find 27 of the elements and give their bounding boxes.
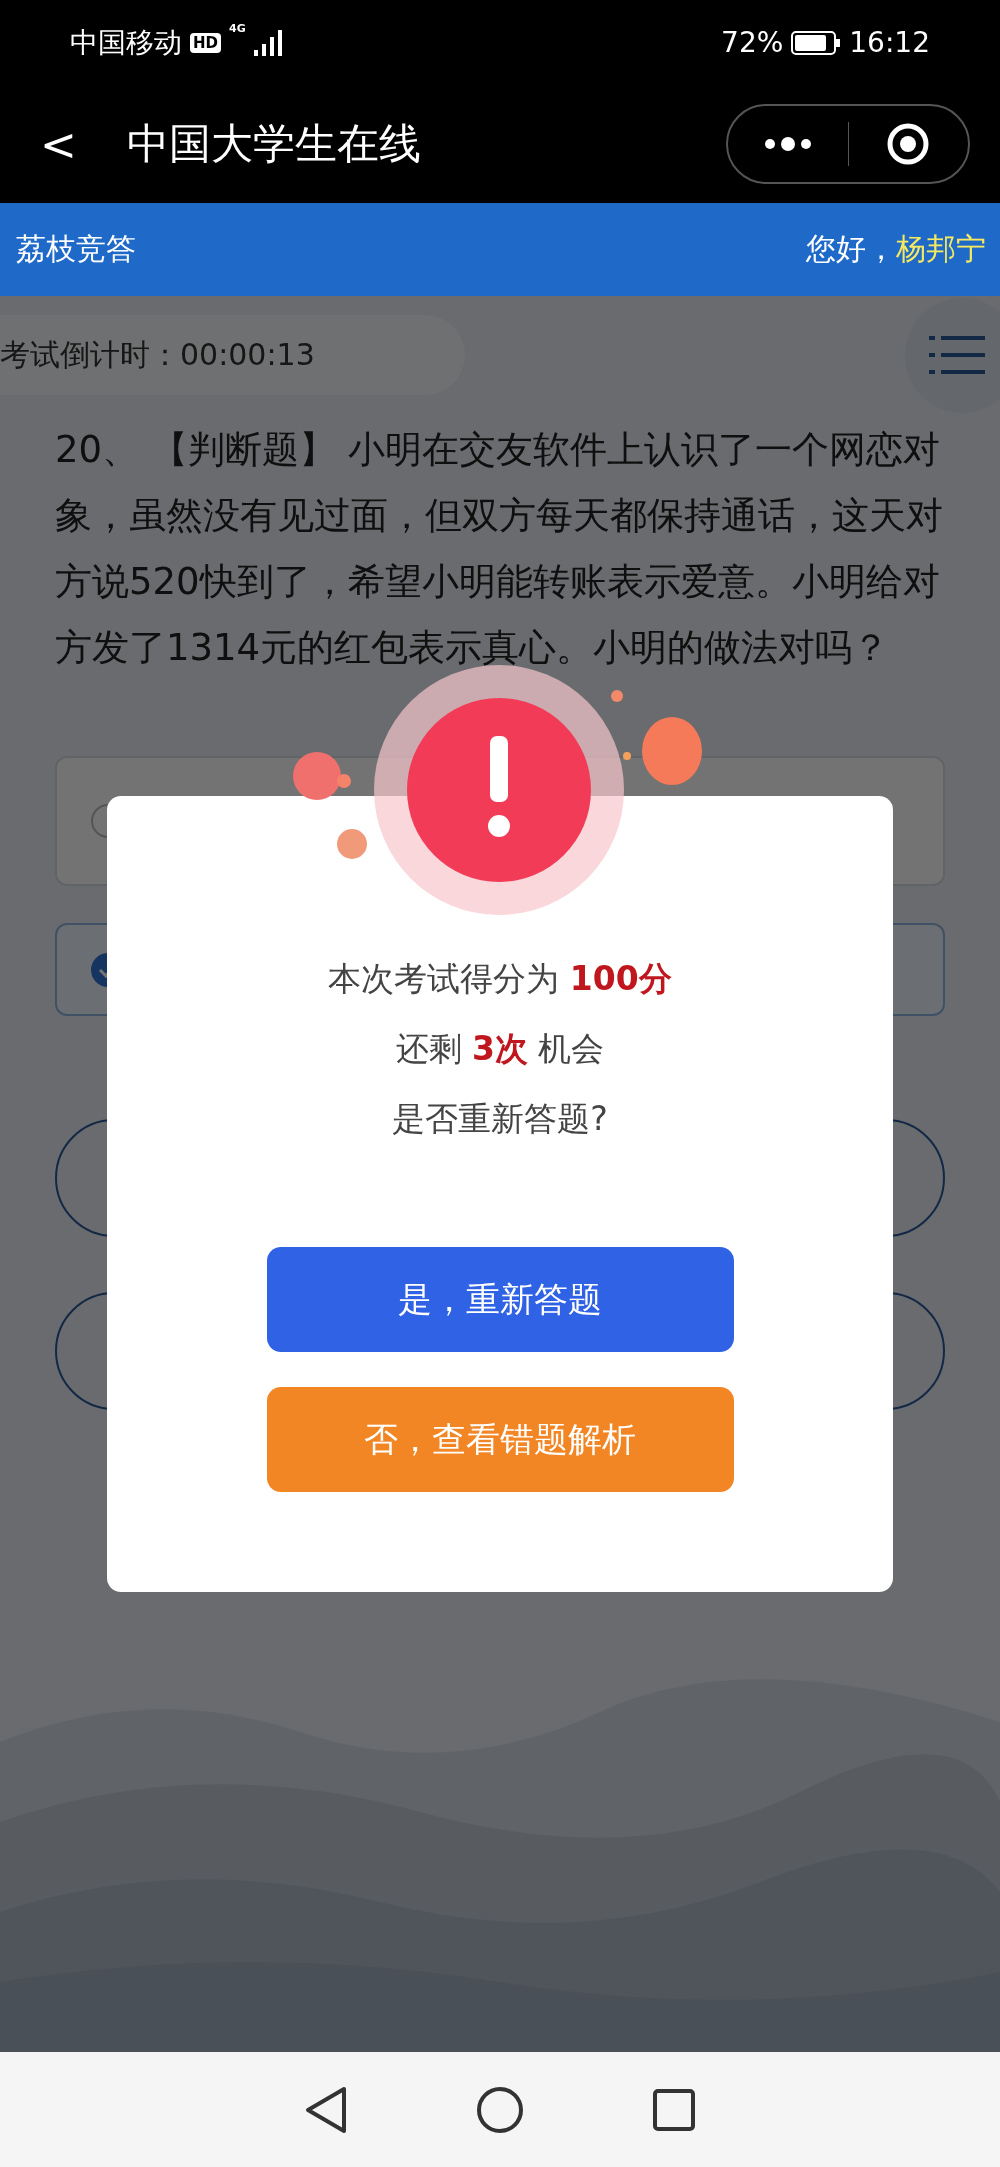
menu-icon — [929, 334, 985, 376]
triangle-icon — [304, 2085, 348, 2134]
hd-badge: HD — [190, 32, 221, 53]
square-icon — [652, 2087, 696, 2132]
dialog-message: 本次考试得分为 100分 — [328, 958, 672, 1000]
back-nav-button[interactable] — [304, 2085, 348, 2134]
signal-icon — [253, 29, 284, 56]
circle-icon — [476, 2085, 524, 2134]
question-text: 20、 【判断题】 小明在交友软件上认识了一个网恋对象，虽然没有见过面，但双方每天都保持通话，这天对方说520快到了，希望小明能转账表示爱意。小明给对方发了1314元的红包表示真心。小明的做法对吗？ — [55, 427, 944, 671]
home-button[interactable] — [476, 2085, 524, 2134]
battery-percent: 72% — [721, 26, 784, 59]
dialog-message: 还剩 3次 机会 — [395, 1028, 605, 1070]
back-button[interactable]: < — [40, 118, 77, 170]
app-title: 荔枝竞答 — [16, 230, 136, 268]
window-title: 中国大学生在线 — [126, 118, 422, 170]
user-name: 杨邦宁 — [896, 231, 986, 266]
network-type: 4G — [229, 22, 246, 35]
recent-apps-button[interactable] — [652, 2087, 696, 2132]
dialog-button[interactable]: 是，重新答题 — [266, 1247, 734, 1352]
carrier: 中国移动 — [70, 24, 182, 61]
countdown-timer: 考试倒计时：00:00:13 — [0, 315, 465, 395]
clock: 16:12 — [849, 26, 930, 59]
target-icon — [886, 122, 931, 166]
greeting: 您好， — [806, 231, 896, 266]
battery-icon — [791, 30, 842, 55]
more-icon — [762, 137, 813, 151]
dialog-message: 是否重新答题? — [392, 1098, 608, 1140]
